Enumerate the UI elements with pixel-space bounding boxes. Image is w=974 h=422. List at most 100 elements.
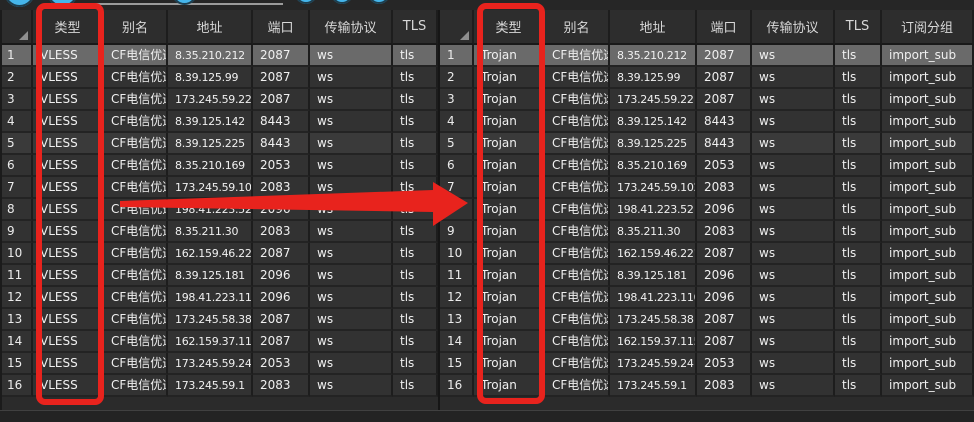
cell-index[interactable]: 9: [440, 221, 474, 243]
cell-transport[interactable]: ws: [752, 353, 835, 375]
cell-subscription_group[interactable]: import_sub: [882, 309, 974, 331]
cell-port[interactable]: 2087: [253, 331, 310, 353]
cell-index[interactable]: 12: [440, 287, 474, 309]
cell-port[interactable]: 2083: [253, 177, 310, 199]
cell-port[interactable]: 8443: [697, 133, 752, 155]
cell-transport[interactable]: ws: [310, 375, 393, 397]
cell-alias[interactable]: CF电信优选: [104, 177, 168, 199]
cell-type[interactable]: VLESS: [33, 353, 104, 375]
cell-type[interactable]: Trojan: [474, 155, 545, 177]
cell-subscription_group[interactable]: import_sub: [882, 67, 974, 89]
cell-index[interactable]: 7: [0, 177, 33, 199]
table-row[interactable]: 12VLESSCF电信优选198.41.223.1102096wstls: [0, 287, 438, 309]
cell-subscription_group[interactable]: import_sub: [882, 199, 974, 221]
cell-alias[interactable]: CF电信优选: [104, 265, 168, 287]
cell-index[interactable]: 16: [0, 375, 33, 397]
cell-index[interactable]: 1: [0, 45, 33, 67]
cell-index[interactable]: 6: [0, 155, 33, 177]
table-row[interactable]: 5VLESSCF电信优选8.39.125.2258443wstls: [0, 133, 438, 155]
cell-type[interactable]: VLESS: [33, 309, 104, 331]
cell-alias[interactable]: CF电信优选: [545, 133, 610, 155]
cell-index[interactable]: 8: [0, 199, 33, 221]
cell-transport[interactable]: ws: [310, 243, 393, 265]
cell-type[interactable]: Trojan: [474, 45, 545, 67]
cell-port[interactable]: 2087: [697, 331, 752, 353]
cell-address[interactable]: 162.159.46.221: [610, 243, 697, 265]
cell-transport[interactable]: ws: [752, 67, 835, 89]
column-header-port[interactable]: 端口: [697, 10, 752, 45]
cell-transport[interactable]: ws: [752, 111, 835, 133]
cell-alias[interactable]: CF电信优选: [104, 331, 168, 353]
cell-transport[interactable]: ws: [310, 287, 393, 309]
cell-index[interactable]: 9: [0, 221, 33, 243]
cell-tls[interactable]: tls: [393, 331, 438, 353]
cell-tls[interactable]: tls: [393, 133, 438, 155]
cell-port[interactable]: 2087: [697, 67, 752, 89]
cell-address[interactable]: 8.35.210.212: [168, 45, 253, 67]
cell-type[interactable]: Trojan: [474, 309, 545, 331]
cell-type[interactable]: VLESS: [33, 89, 104, 111]
cell-port[interactable]: 2083: [253, 375, 310, 397]
cell-address[interactable]: 162.159.37.115: [610, 331, 697, 353]
column-header-alias[interactable]: 别名: [545, 10, 610, 45]
cell-alias[interactable]: CF电信优选: [104, 309, 168, 331]
column-header-tls[interactable]: TLS: [835, 10, 882, 45]
cell-transport[interactable]: ws: [310, 265, 393, 287]
cell-type[interactable]: VLESS: [33, 67, 104, 89]
cell-transport[interactable]: ws: [310, 353, 393, 375]
cell-address[interactable]: 162.159.46.221: [168, 243, 253, 265]
cell-index[interactable]: 16: [440, 375, 474, 397]
cell-subscription_group[interactable]: import_sub: [882, 287, 974, 309]
cell-address[interactable]: 8.39.125.181: [610, 265, 697, 287]
cell-transport[interactable]: ws: [310, 133, 393, 155]
cell-type[interactable]: Trojan: [474, 199, 545, 221]
cell-type[interactable]: Trojan: [474, 111, 545, 133]
cell-subscription_group[interactable]: import_sub: [882, 155, 974, 177]
cell-type[interactable]: Trojan: [474, 287, 545, 309]
toolbar-button-icon[interactable]: [4, 0, 35, 7]
cell-port[interactable]: 8443: [697, 111, 752, 133]
cell-transport[interactable]: ws: [752, 221, 835, 243]
cell-tls[interactable]: tls: [393, 287, 438, 309]
table-row[interactable]: 3VLESSCF电信优选173.245.59.222087wstls: [0, 89, 438, 111]
cell-index[interactable]: 11: [440, 265, 474, 287]
cell-alias[interactable]: CF电信优选: [104, 89, 168, 111]
cell-address[interactable]: 162.159.37.115: [168, 331, 253, 353]
cell-alias[interactable]: CF电信优选: [104, 221, 168, 243]
cell-port[interactable]: 2053: [697, 155, 752, 177]
cell-index[interactable]: 6: [440, 155, 474, 177]
cell-tls[interactable]: tls: [835, 199, 882, 221]
table-row[interactable]: 9VLESSCF电信优选8.35.211.302083wstls: [0, 221, 438, 243]
cell-address[interactable]: 8.35.211.30: [168, 221, 253, 243]
cell-index[interactable]: 2: [440, 67, 474, 89]
cell-tls[interactable]: tls: [393, 111, 438, 133]
cell-type[interactable]: Trojan: [474, 221, 545, 243]
cell-alias[interactable]: CF电信优选: [545, 287, 610, 309]
cell-alias[interactable]: CF电信优选: [104, 199, 168, 221]
cell-transport[interactable]: ws: [310, 89, 393, 111]
cell-alias[interactable]: CF电信优选: [104, 67, 168, 89]
cell-port[interactable]: 2083: [253, 221, 310, 243]
cell-transport[interactable]: ws: [752, 155, 835, 177]
table-row[interactable]: 8VLESSCF电信优选198.41.223.522096wstls: [0, 199, 438, 221]
cell-transport[interactable]: ws: [752, 177, 835, 199]
cell-subscription_group[interactable]: import_sub: [882, 331, 974, 353]
cell-alias[interactable]: CF电信优选: [104, 133, 168, 155]
table-row[interactable]: 4TrojanCF电信优选8.39.125.1428443wstlsimport…: [440, 111, 974, 133]
cell-index[interactable]: 15: [440, 353, 474, 375]
cell-port[interactable]: 2083: [697, 221, 752, 243]
cell-alias[interactable]: CF电信优选: [545, 331, 610, 353]
cell-tls[interactable]: tls: [393, 177, 438, 199]
cell-address[interactable]: 173.245.59.24: [610, 353, 697, 375]
cell-transport[interactable]: ws: [752, 89, 835, 111]
column-header-address[interactable]: 地址: [610, 10, 697, 45]
cell-tls[interactable]: tls: [835, 265, 882, 287]
cell-alias[interactable]: CF电信优选: [104, 155, 168, 177]
cell-tls[interactable]: tls: [835, 243, 882, 265]
cell-tls[interactable]: tls: [835, 155, 882, 177]
cell-tls[interactable]: tls: [835, 45, 882, 67]
cell-address[interactable]: 8.35.210.169: [168, 155, 253, 177]
cell-transport[interactable]: ws: [752, 375, 835, 397]
table-row[interactable]: 1VLESSCF电信优选8.35.210.2122087wstls: [0, 45, 438, 67]
cell-tls[interactable]: tls: [393, 243, 438, 265]
